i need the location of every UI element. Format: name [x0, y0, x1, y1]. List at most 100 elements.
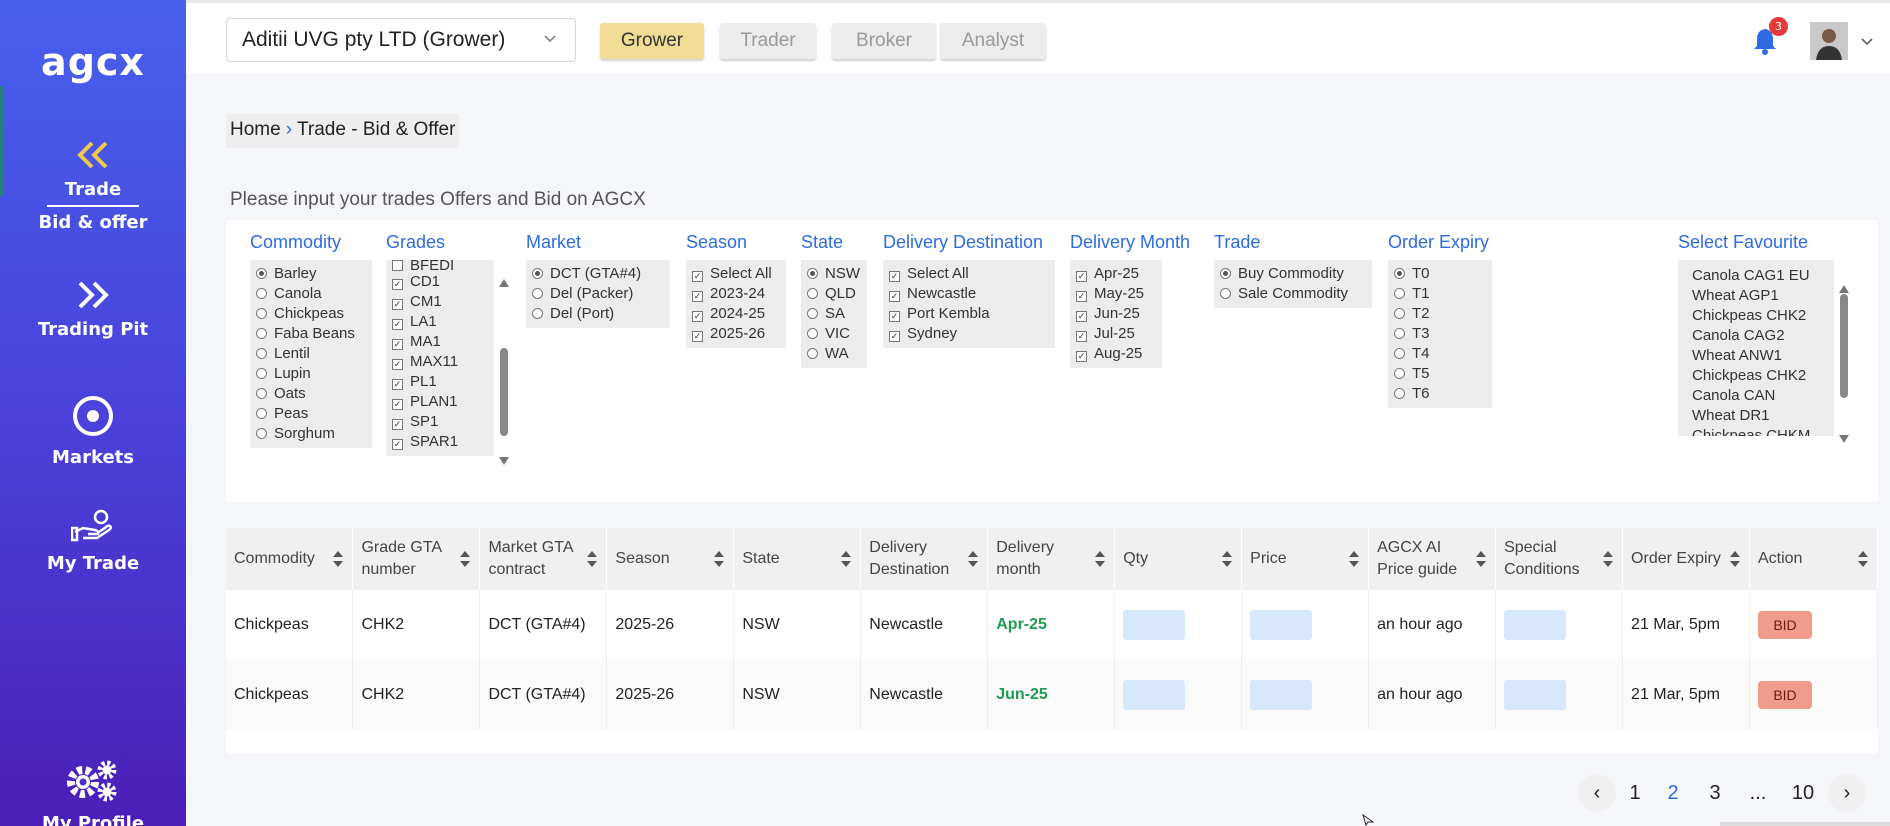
grades-scrollbar[interactable]: [498, 278, 510, 468]
sort-icon[interactable]: [586, 550, 598, 568]
price-input[interactable]: [1250, 680, 1313, 710]
sidebar-item-trade[interactable]: Trade Bid & offer: [0, 140, 186, 236]
scroll-up-icon[interactable]: [498, 278, 510, 288]
favourite-option[interactable]: Wheat DR1: [1692, 406, 1828, 426]
favourite-option[interactable]: Canola CAG2: [1692, 326, 1828, 346]
column-header[interactable]: Qty: [1114, 528, 1243, 590]
column-header[interactable]: State: [733, 528, 862, 590]
season-option[interactable]: ✓ 2025-26: [692, 324, 780, 344]
commodity-option[interactable]: Oats: [256, 384, 366, 404]
sort-icon[interactable]: [1602, 550, 1614, 568]
trade-option[interactable]: Sale Commodity: [1220, 284, 1366, 304]
expiry-option[interactable]: T0: [1394, 264, 1486, 284]
state-option[interactable]: SA: [807, 304, 861, 324]
month-option[interactable]: ✓ Apr-25: [1076, 264, 1156, 284]
grade-option[interactable]: ✓ SP1: [392, 412, 488, 432]
destination-option[interactable]: ✓ Select All: [889, 264, 1049, 284]
market-option[interactable]: Del (Packer): [532, 284, 664, 304]
favourite-option[interactable]: Chickpeas CHK2: [1692, 306, 1828, 326]
sort-icon[interactable]: [1348, 550, 1360, 568]
column-header[interactable]: AGCX AI Price guide: [1368, 528, 1497, 590]
column-header[interactable]: Order Expiry: [1622, 528, 1750, 590]
grade-option[interactable]: ✓ MAX11: [392, 352, 488, 372]
expiry-option[interactable]: T3: [1394, 324, 1486, 344]
commodity-option[interactable]: Barley: [256, 264, 366, 284]
month-option[interactable]: ✓ Jun-25: [1076, 304, 1156, 324]
bid-button[interactable]: BID: [1757, 681, 1812, 709]
chevron-down-icon[interactable]: [1860, 35, 1874, 49]
sidebar-item-markets[interactable]: Markets: [0, 394, 186, 470]
sort-icon[interactable]: [459, 550, 471, 568]
grade-option[interactable]: ✓ LA1: [392, 312, 488, 332]
commodity-option[interactable]: Lupin: [256, 364, 366, 384]
sort-icon[interactable]: [1857, 550, 1869, 568]
bid-button[interactable]: BID: [1757, 611, 1812, 639]
month-option[interactable]: ✓ Aug-25: [1076, 344, 1156, 364]
pagination-page-3[interactable]: 3: [1700, 774, 1730, 812]
favourite-scrollbar[interactable]: [1838, 284, 1850, 446]
column-header[interactable]: Grade GTA number: [352, 528, 481, 590]
expiry-option[interactable]: T4: [1394, 344, 1486, 364]
column-header[interactable]: Delivery month: [987, 528, 1116, 590]
commodity-option[interactable]: Lentil: [256, 344, 366, 364]
state-option[interactable]: WA: [807, 344, 861, 364]
sidebar-item-my-trade[interactable]: My Trade: [0, 508, 186, 576]
commodity-option[interactable]: Faba Beans: [256, 324, 366, 344]
grade-option[interactable]: ✓ MA1: [392, 332, 488, 352]
destination-option[interactable]: ✓ Sydney: [889, 324, 1049, 344]
sidebar-item-trading-pit[interactable]: Trading Pit: [0, 281, 186, 342]
grade-option[interactable]: ✓ PL1: [392, 372, 488, 392]
market-option[interactable]: DCT (GTA#4): [532, 264, 664, 284]
sort-icon[interactable]: [332, 550, 344, 568]
role-grower-button[interactable]: Grower: [600, 23, 704, 59]
grade-option[interactable]: ✓ PLAN1: [392, 392, 488, 412]
qty-input[interactable]: [1123, 610, 1186, 640]
grade-option[interactable]: ✓ CM1: [392, 292, 488, 312]
favourite-option[interactable]: Chickpeas CHKM: [1692, 426, 1828, 436]
commodity-option[interactable]: Sorghum: [256, 424, 366, 444]
sort-icon[interactable]: [713, 550, 725, 568]
pagination-page-2[interactable]: 2: [1658, 774, 1688, 812]
expiry-option[interactable]: T5: [1394, 364, 1486, 384]
pagination-prev-button[interactable]: ‹: [1578, 774, 1616, 812]
special-conditions-input[interactable]: [1504, 610, 1567, 640]
grade-option[interactable]: ✓ CD1: [392, 272, 488, 292]
commodity-option[interactable]: Peas: [256, 404, 366, 424]
state-option[interactable]: VIC: [807, 324, 861, 344]
expiry-option[interactable]: T1: [1394, 284, 1486, 304]
scroll-down-icon[interactable]: [1838, 434, 1850, 444]
column-header[interactable]: Market GTA contract: [479, 528, 608, 590]
favourite-option[interactable]: Canola CAN: [1692, 386, 1828, 406]
month-option[interactable]: ✓ Jul-25: [1076, 324, 1156, 344]
price-input[interactable]: [1250, 610, 1313, 640]
column-header[interactable]: Price: [1241, 528, 1370, 590]
expiry-option[interactable]: T6: [1394, 384, 1486, 404]
sort-icon[interactable]: [1221, 550, 1233, 568]
sort-icon[interactable]: [1729, 550, 1741, 568]
state-option[interactable]: QLD: [807, 284, 861, 304]
breadcrumb-home-link[interactable]: Home: [230, 119, 281, 140]
month-option[interactable]: ✓ May-25: [1076, 284, 1156, 304]
grade-option[interactable]: BFEDI: [392, 260, 488, 272]
column-header[interactable]: Special Conditions: [1495, 528, 1624, 590]
scroll-down-icon[interactable]: [498, 456, 510, 466]
role-trader-button[interactable]: Trader: [720, 23, 816, 59]
scrollbar-thumb[interactable]: [1840, 294, 1848, 398]
sort-icon[interactable]: [1094, 550, 1106, 568]
company-select[interactable]: Aditii UVG pty LTD (Grower): [226, 18, 576, 62]
sidebar-item-my-profile[interactable]: My Profile: [0, 756, 186, 826]
favourite-option[interactable]: Chickpeas CHK2: [1692, 366, 1828, 386]
favourite-option[interactable]: Wheat ANW1: [1692, 346, 1828, 366]
column-header[interactable]: Action: [1749, 528, 1879, 590]
pagination-page-10[interactable]: 10: [1786, 774, 1820, 812]
favourite-option[interactable]: Canola CAG1 EU: [1692, 266, 1828, 286]
qty-input[interactable]: [1123, 680, 1186, 710]
destination-option[interactable]: ✓ Newcastle: [889, 284, 1049, 304]
state-option[interactable]: NSW: [807, 264, 861, 284]
pagination-page-1[interactable]: 1: [1620, 774, 1650, 812]
sort-icon[interactable]: [840, 550, 852, 568]
grade-option[interactable]: ✓ SPAR1: [392, 432, 488, 452]
season-option[interactable]: ✓ 2023-24: [692, 284, 780, 304]
column-header[interactable]: Season: [606, 528, 735, 590]
season-option[interactable]: ✓ 2024-25: [692, 304, 780, 324]
